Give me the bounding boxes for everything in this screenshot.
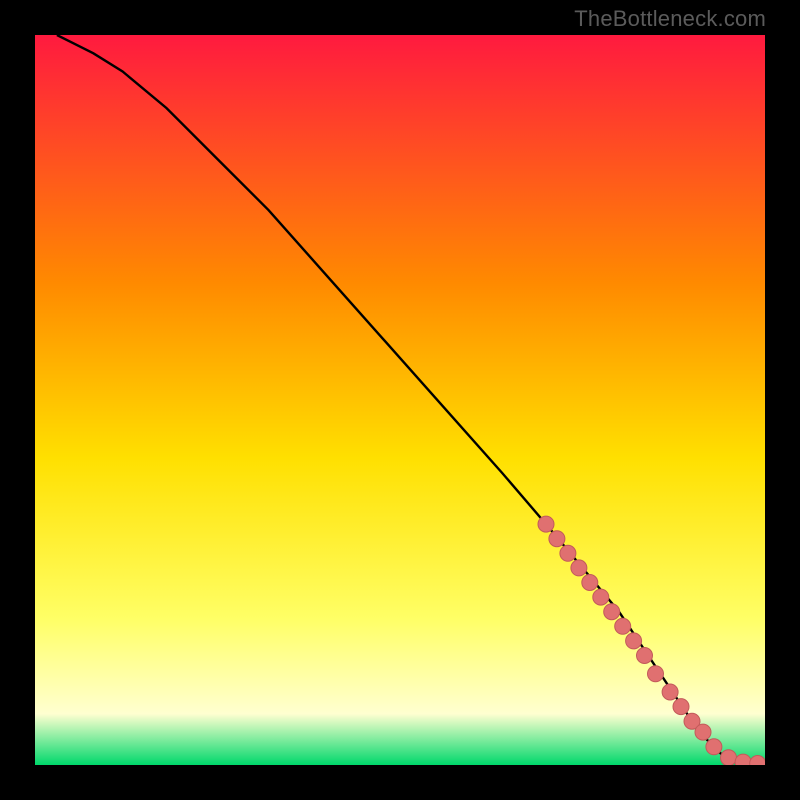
curve-marker <box>662 684 678 700</box>
curve-marker <box>560 545 576 561</box>
curve-marker <box>593 589 609 605</box>
curve-marker <box>721 750 737 765</box>
curve-marker <box>706 739 722 755</box>
curve-marker <box>626 633 642 649</box>
watermark-text: TheBottleneck.com <box>574 6 766 32</box>
chart-frame <box>35 35 765 765</box>
curve-marker <box>695 724 711 740</box>
chart-plot <box>35 35 765 765</box>
curve-marker <box>615 618 631 634</box>
curve-marker <box>673 699 689 715</box>
curve-marker <box>648 666 664 682</box>
curve-marker <box>735 754 751 765</box>
curve-marker <box>549 531 565 547</box>
gradient-background <box>35 35 765 765</box>
curve-marker <box>538 516 554 532</box>
curve-marker <box>637 648 653 664</box>
curve-marker <box>582 575 598 591</box>
curve-marker <box>571 560 587 576</box>
curve-marker <box>604 604 620 620</box>
